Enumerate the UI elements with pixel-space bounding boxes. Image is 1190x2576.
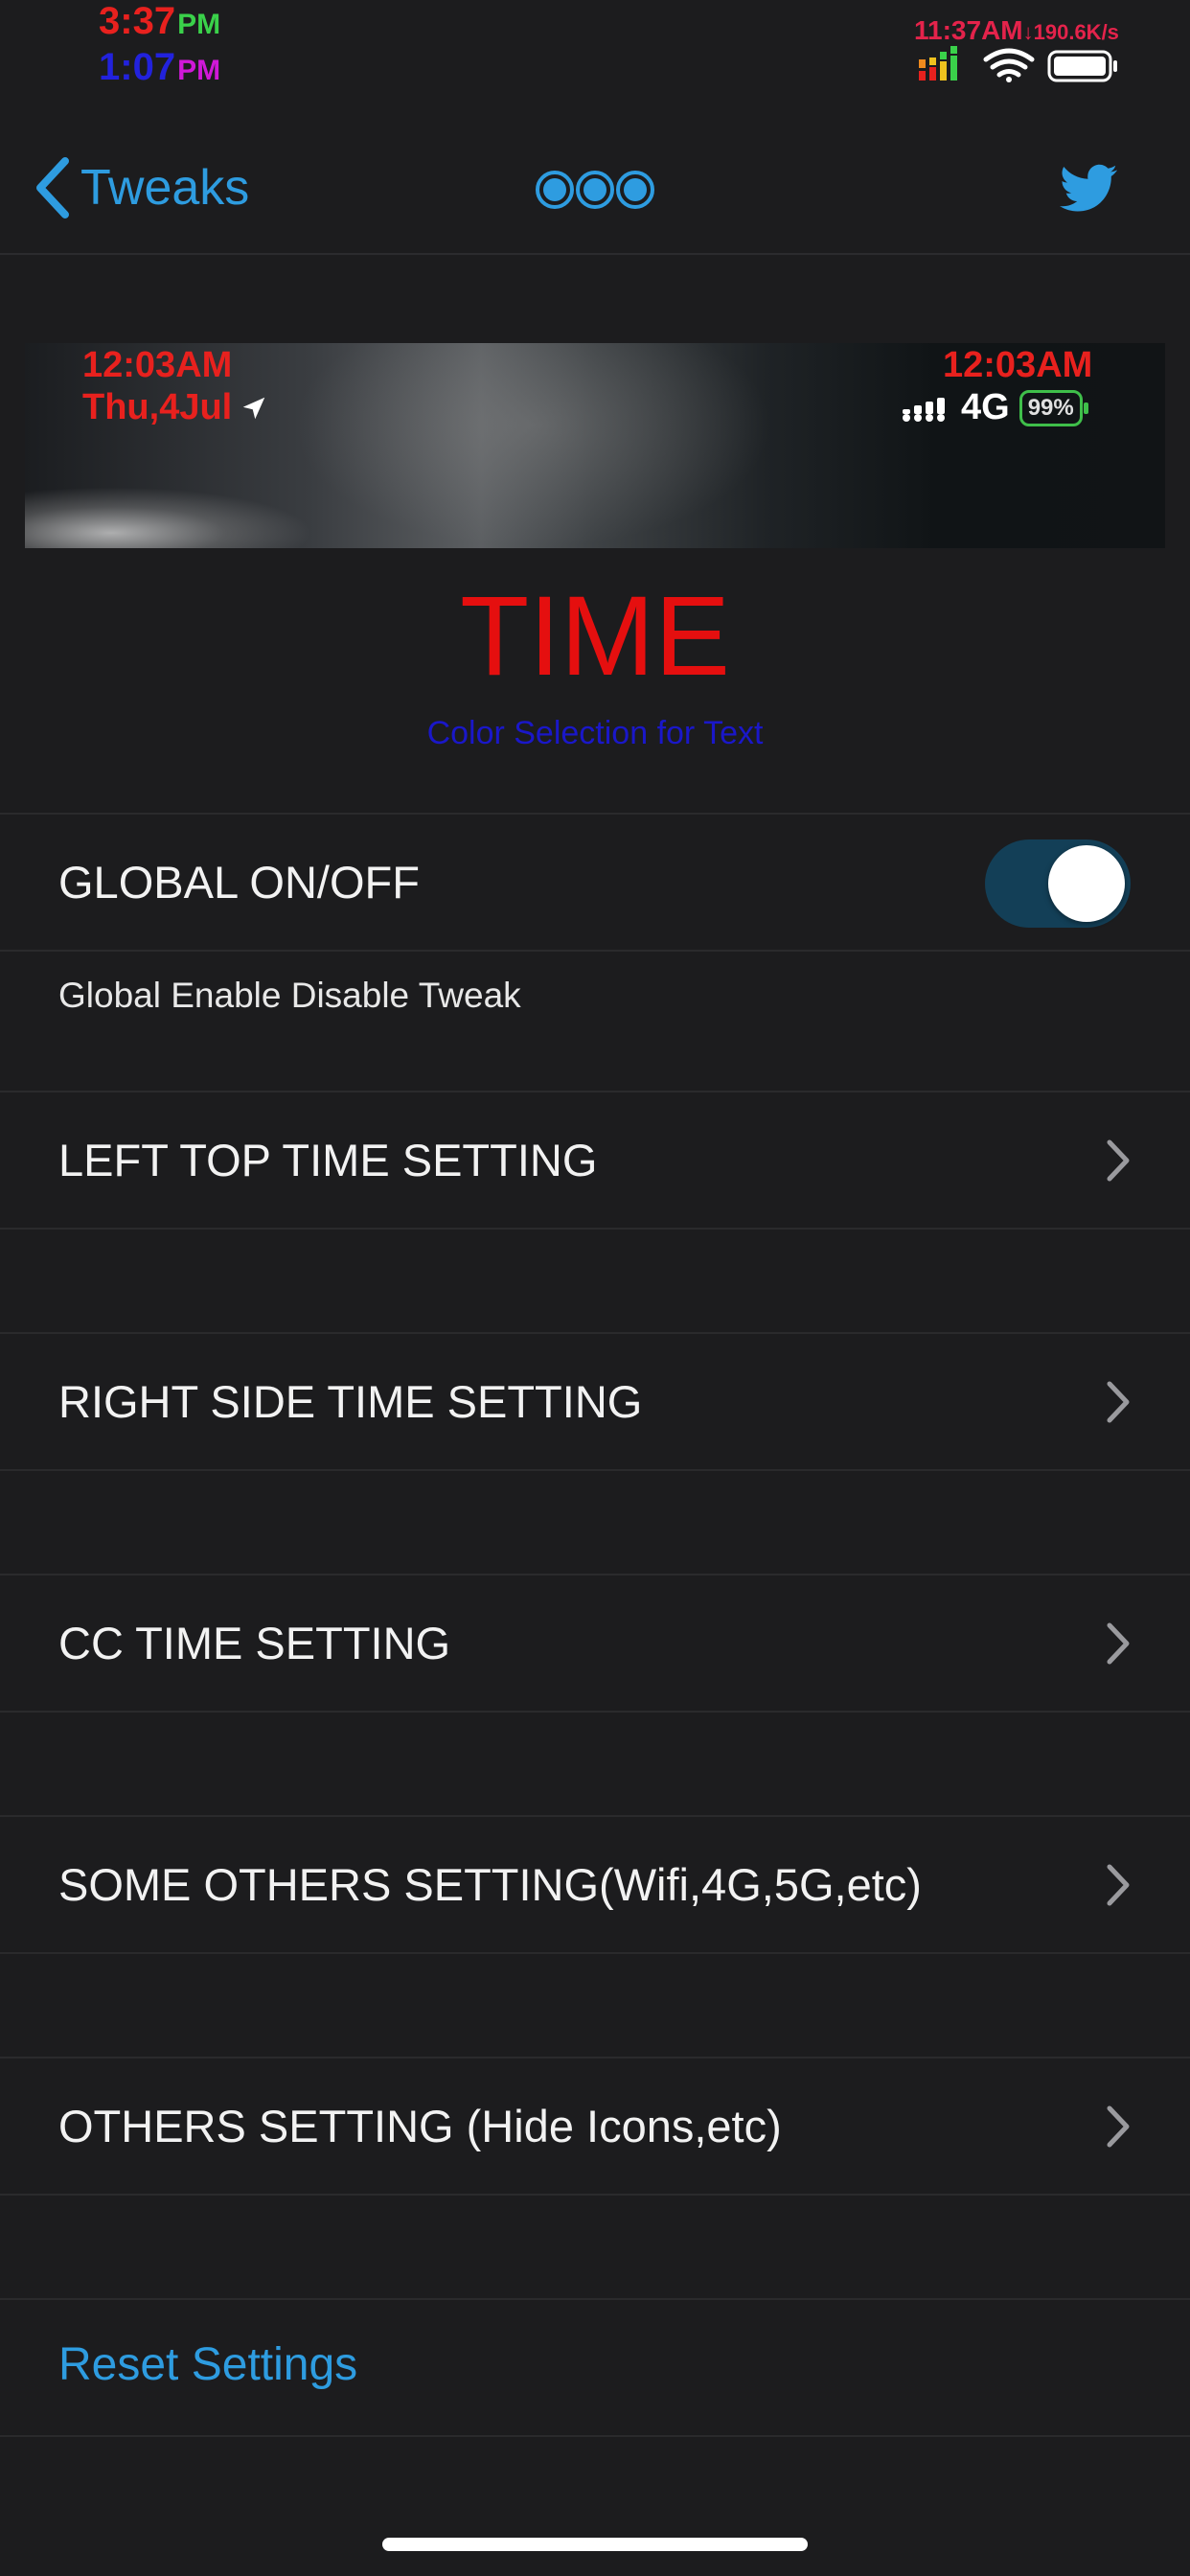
home-indicator[interactable]	[382, 2538, 808, 2551]
status-time-primary-value: 3:37	[99, 0, 176, 42]
banner-haze	[293, 343, 772, 548]
global-note: Global Enable Disable Tweak	[58, 976, 521, 1015]
chevron-right-icon	[1107, 1381, 1130, 1423]
chevron-right-icon	[1107, 2105, 1130, 2148]
status-time-secondary-value: 1:07	[99, 46, 176, 88]
menu-item-some-others-label: SOME OTHERS SETTING(Wifi,4G,5G,etc)	[58, 1859, 922, 1910]
chevron-right-icon	[1107, 1864, 1130, 1906]
banner-date: Thu,4Jul	[82, 387, 268, 428]
menu-item-cc-time-label: CC TIME SETTING	[58, 1618, 451, 1668]
toggle-knob	[1048, 845, 1125, 922]
banner-signal-icon	[903, 397, 945, 422]
back-button-label: Tweaks	[80, 160, 250, 216]
banner-cloud	[25, 487, 312, 548]
menu-item-right-side-time-label: RIGHT SIDE TIME SETTING	[58, 1376, 643, 1427]
banner-battery: 99%	[1018, 389, 1088, 426]
menu-item-left-top-time-label: LEFT TOP TIME SETTING	[58, 1135, 598, 1185]
status-time-secondary-suffix: PM	[177, 55, 221, 86]
wifi-icon	[983, 48, 1035, 78]
page-title: TIME	[460, 573, 730, 700]
status-icons	[919, 46, 1117, 82]
banner-network: 4G	[961, 387, 1010, 427]
chevron-right-icon	[1107, 1622, 1130, 1665]
nav-separator	[0, 253, 1190, 255]
status-net-info: 11:37AM↓190.6K/s	[914, 15, 1119, 46]
chevron-left-icon	[36, 157, 69, 218]
status-net-speed: ↓190.6K/s	[1022, 20, 1119, 44]
battery-icon	[1047, 50, 1117, 82]
banner-left-time: 12:03AM	[82, 345, 233, 385]
back-button[interactable]: Tweaks	[33, 153, 249, 222]
banner-date-text: Thu,4Jul	[82, 387, 233, 427]
location-arrow-icon	[242, 397, 265, 419]
twitter-icon[interactable]	[1058, 159, 1121, 217]
signal-bars-icon	[919, 46, 957, 80]
banner-right-time: 12:03AM	[943, 345, 1093, 385]
page-subtitle: Color Selection for Text	[426, 715, 764, 751]
global-toggle-label: GLOBAL ON/OFF	[58, 857, 420, 908]
preview-banner: 12:03AM Thu,4Jul 12:03AM 4G 99%	[25, 343, 1165, 548]
three-dots-logo-icon	[536, 171, 654, 209]
status-clock-right: 11:37AM	[914, 15, 1023, 45]
status-time-secondary: 1:07PM	[99, 46, 220, 89]
status-time-primary-suffix: PM	[177, 9, 221, 40]
status-time-primary: 3:37PM	[99, 0, 220, 43]
reset-settings-button[interactable]: Reset Settings	[58, 2338, 357, 2391]
chevron-right-icon	[1107, 1139, 1130, 1182]
banner-status: 4G 99%	[902, 387, 1088, 428]
menu-item-others-label: OTHERS SETTING (Hide Icons,etc)	[58, 2101, 782, 2151]
